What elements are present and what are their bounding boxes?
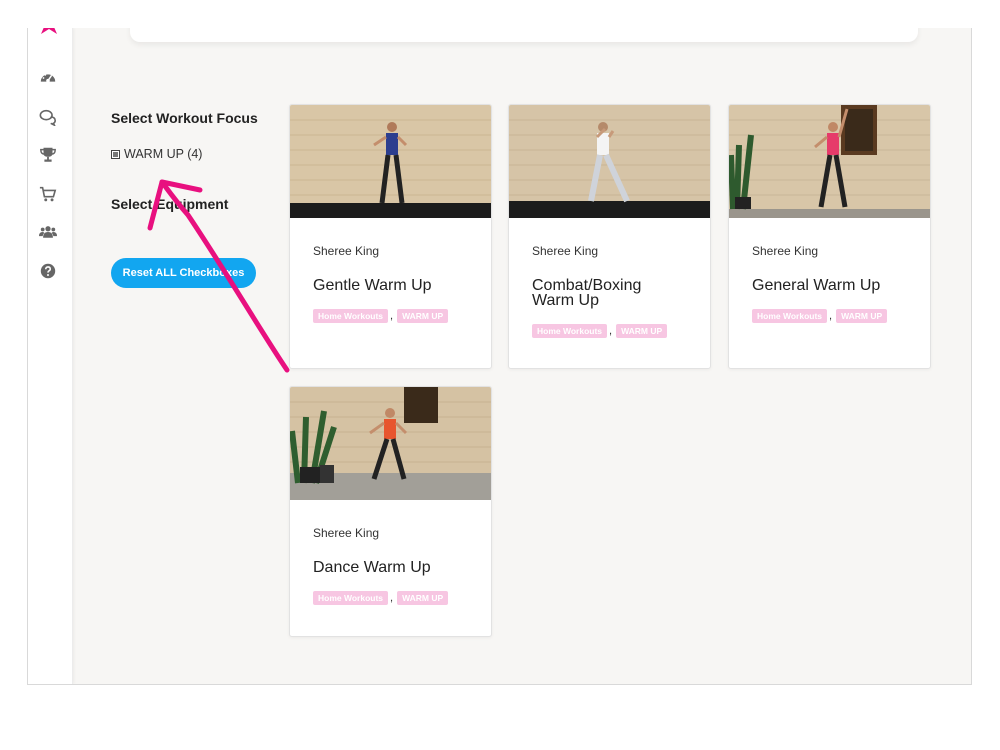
- tag-warm-up[interactable]: WARM UP: [616, 324, 668, 338]
- warm-up-filter-label: WARM UP (4): [124, 147, 203, 161]
- tag-warm-up[interactable]: WARM UP: [397, 309, 449, 323]
- chat-icon: [39, 109, 57, 126]
- reset-checkboxes-button[interactable]: Reset ALL Checkboxes: [111, 258, 256, 288]
- tag-warm-up[interactable]: WARM UP: [836, 309, 888, 323]
- card-author: Sheree King: [752, 244, 819, 258]
- logo-icon: [41, 28, 57, 34]
- tag-separator: ,: [609, 325, 613, 337]
- tag-separator: ,: [829, 310, 833, 322]
- cart-icon: [39, 186, 57, 202]
- card-tags: Home Workouts , WARM UP: [752, 309, 907, 323]
- sidebar-item-trophy[interactable]: [37, 146, 59, 164]
- sidebar-item-chat[interactable]: [37, 108, 59, 126]
- card-author: Sheree King: [313, 244, 380, 258]
- card-author: Sheree King: [532, 244, 599, 258]
- sidebar-item-dashboard[interactable]: [37, 69, 59, 87]
- tag-home-workouts[interactable]: Home Workouts: [752, 309, 828, 323]
- card-title: Combat/Boxing Warm Up: [532, 277, 642, 309]
- card-title: Gentle Warm Up: [313, 277, 432, 294]
- tag-warm-up[interactable]: WARM UP: [397, 591, 449, 605]
- workout-thumbnail: [290, 387, 491, 500]
- tag-home-workouts[interactable]: Home Workouts: [313, 309, 389, 323]
- warm-up-checkbox[interactable]: [111, 149, 120, 159]
- equipment-heading: Select Equipment: [111, 196, 229, 212]
- tag-home-workouts[interactable]: Home Workouts: [313, 591, 389, 605]
- sidebar-item-help[interactable]: [37, 262, 59, 280]
- workout-card[interactable]: Sheree King Combat/Boxing Warm Up Home W…: [508, 104, 711, 369]
- workout-thumbnail: [509, 105, 710, 218]
- app-frame: Select Workout Focus WARM UP (4) Select …: [27, 28, 972, 685]
- warm-up-filter-option[interactable]: WARM UP (4): [111, 147, 202, 161]
- tag-separator: ,: [390, 592, 394, 604]
- card-author: Sheree King: [313, 526, 380, 540]
- card-tags: Home Workouts , WARM UP: [313, 309, 468, 323]
- sidebar-item-shop[interactable]: [37, 185, 59, 203]
- workout-card[interactable]: Sheree King Dance Warm Up Home Workouts …: [289, 386, 492, 637]
- card-title: General Warm Up: [752, 277, 881, 294]
- card-tags: Home Workouts , WARM UP: [313, 591, 468, 605]
- sidebar: [28, 28, 73, 684]
- workout-thumbnail: [290, 105, 491, 218]
- sidebar-item-community[interactable]: [37, 223, 59, 241]
- workout-card[interactable]: Sheree King General Warm Up Home Workout…: [728, 104, 931, 369]
- tag-separator: ,: [390, 310, 394, 322]
- top-panel: [130, 28, 918, 42]
- card-title: Dance Warm Up: [313, 559, 431, 576]
- workout-card[interactable]: Sheree King Gentle Warm Up Home Workouts…: [289, 104, 492, 369]
- dashboard-icon: [40, 72, 56, 83]
- trophy-icon: [40, 147, 56, 162]
- users-icon: [39, 226, 57, 238]
- workout-focus-heading: Select Workout Focus: [111, 110, 258, 126]
- workout-thumbnail: [729, 105, 930, 218]
- tag-home-workouts[interactable]: Home Workouts: [532, 324, 608, 338]
- help-icon: [40, 263, 56, 279]
- card-tags: Home Workouts , WARM UP: [532, 324, 687, 338]
